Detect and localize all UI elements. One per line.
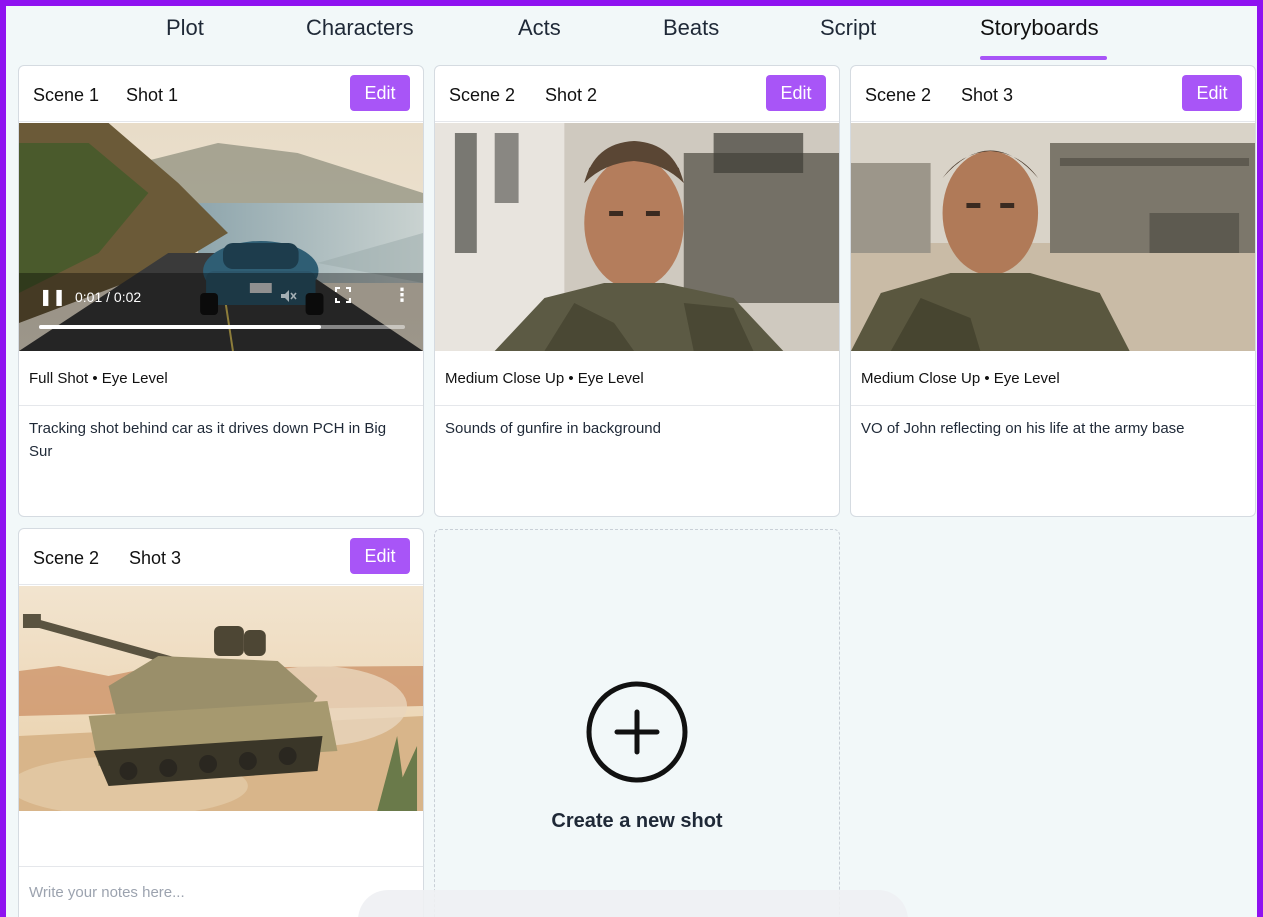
tab-plot[interactable]: Plot	[166, 14, 204, 62]
image-tank-desert	[19, 586, 423, 811]
tab-bar: Plot Characters Acts Beats Script Storyb…	[6, 6, 1257, 62]
edit-button[interactable]: Edit	[1182, 75, 1242, 111]
shot-label: Shot 3	[129, 548, 182, 568]
shot-description[interactable]: VO of John reflecting on his life at the…	[861, 417, 1241, 440]
video-progress-fill	[39, 325, 321, 329]
shot-description[interactable]: Tracking shot behind car as it drives do…	[29, 417, 409, 463]
scene-label: Scene 2	[449, 85, 516, 105]
shot-description[interactable]: Sounds of gunfire in background	[445, 417, 825, 440]
card-header: Scene 2 Shot 3 Edit	[19, 529, 423, 585]
edit-button[interactable]: Edit	[350, 538, 410, 574]
tab-characters[interactable]: Characters	[306, 14, 414, 62]
shot-video[interactable]: ❚❚ 0:01 / 0:02 ⋮	[19, 123, 423, 351]
mute-icon[interactable]	[279, 287, 297, 305]
more-vertical-icon[interactable]: ⋮	[393, 285, 411, 306]
shot-image	[851, 123, 1255, 351]
edit-button[interactable]: Edit	[766, 75, 826, 111]
shot-card: Scene 2 Shot 3 Edit	[18, 528, 424, 917]
app-frame: Plot Characters Acts Beats Script Storyb…	[0, 0, 1263, 917]
edit-button[interactable]: Edit	[350, 75, 410, 111]
video-progress-bar[interactable]	[39, 325, 405, 329]
video-time: 0:01 / 0:02	[75, 289, 142, 305]
image-soldier-portrait	[435, 123, 839, 351]
shot-image	[19, 586, 423, 811]
shot-card: Scene 2 Shot 3 Edit Medium Close Up • Ey…	[850, 65, 1256, 517]
plus-circle-icon	[586, 681, 688, 783]
pause-icon[interactable]: ❚❚	[39, 287, 66, 307]
scene-label: Scene 1	[33, 85, 100, 105]
shot-type-label: Medium Close Up • Eye Level	[445, 370, 644, 387]
scene-label: Scene 2	[865, 85, 932, 105]
active-tab-indicator	[980, 56, 1107, 60]
create-shot-label: Create a new shot	[551, 810, 723, 832]
tab-beats[interactable]: Beats	[663, 14, 719, 62]
divider	[435, 405, 839, 406]
shot-label: Shot 2	[545, 85, 598, 105]
video-frame-car-coast	[19, 123, 423, 351]
divider	[851, 405, 1255, 406]
shot-type-label: Medium Close Up • Eye Level	[861, 370, 1060, 387]
card-header: Scene 1 Shot 1 Edit	[19, 66, 423, 122]
shot-card: Scene 2 Shot 2 Edit Medium Close Up • Ey…	[434, 65, 840, 517]
create-new-shot-button[interactable]: Create a new shot	[434, 529, 840, 917]
shot-image	[435, 123, 839, 351]
shot-type-label: Full Shot • Eye Level	[29, 370, 168, 387]
divider	[19, 405, 423, 406]
card-header: Scene 2 Shot 3 Edit	[851, 66, 1255, 122]
shot-label: Shot 3	[961, 85, 1014, 105]
fullscreen-icon[interactable]	[335, 287, 351, 303]
card-header: Scene 2 Shot 2 Edit	[435, 66, 839, 122]
shot-card: Scene 1 Shot 1 Edit ❚❚ 0:01 / 0:02 ⋮ Ful…	[18, 65, 424, 517]
shot-label: Shot 1	[126, 85, 179, 105]
scene-label: Scene 2	[33, 548, 100, 568]
tab-storyboards[interactable]: Storyboards	[980, 14, 1099, 62]
tab-acts[interactable]: Acts	[518, 14, 561, 62]
tab-script[interactable]: Script	[820, 14, 876, 62]
image-soldier-army-base	[851, 123, 1255, 351]
floating-panel-edge	[358, 890, 908, 917]
